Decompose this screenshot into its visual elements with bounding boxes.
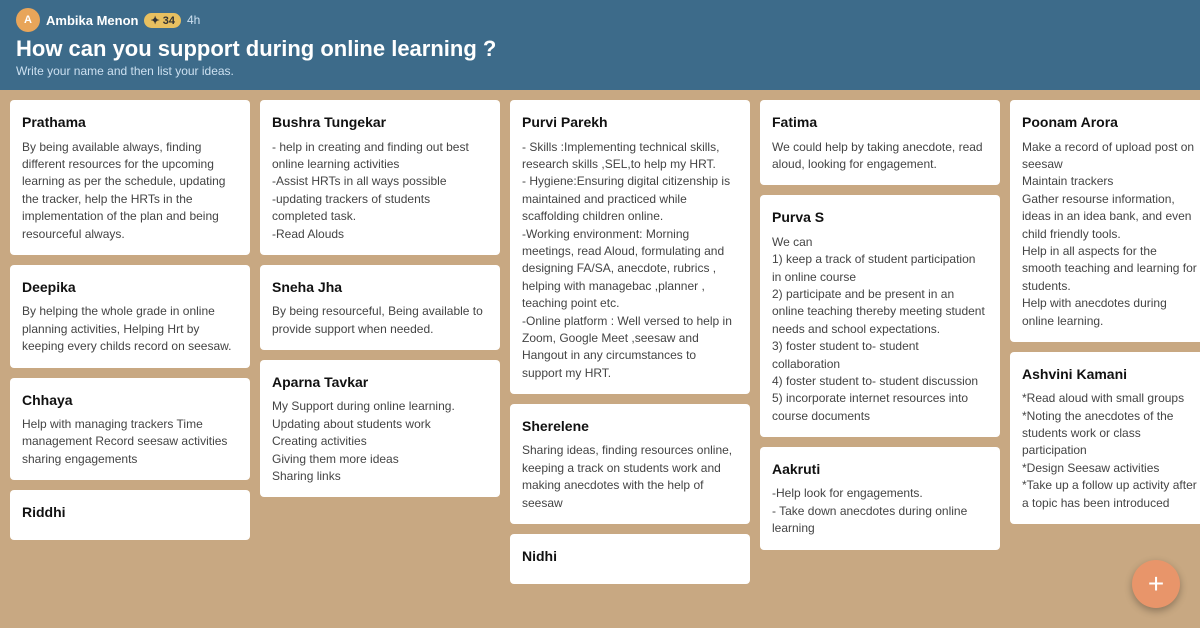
card-name-nidhi: Nidhi: [522, 546, 738, 566]
card-chhaya: Chhaya Help with managing trackers Time …: [10, 378, 250, 480]
card-aakruti: Aakruti -Help look for engagements. - Ta…: [760, 447, 1000, 549]
card-name-bushra: Bushra Tungekar: [272, 112, 488, 132]
card-text-bushra: - help in creating and finding out best …: [272, 139, 488, 243]
card-prathama: Prathama By being available always, find…: [10, 100, 250, 255]
fab-add-button[interactable]: +: [1132, 560, 1180, 608]
card-text-purvi: - Skills :Implementing technical skills,…: [522, 139, 738, 382]
card-text-fatima: We could help by taking anecdote, read a…: [772, 139, 988, 174]
card-name-aakruti: Aakruti: [772, 459, 988, 479]
card-fatima: Fatima We could help by taking anecdote,…: [760, 100, 1000, 185]
card-riddhi: Riddhi: [10, 490, 250, 540]
card-name-riddhi: Riddhi: [22, 502, 238, 522]
card-name-sneha: Sneha Jha: [272, 277, 488, 297]
card-text-sneha: By being resourceful, Being available to…: [272, 303, 488, 338]
card-name-deepika: Deepika: [22, 277, 238, 297]
card-nidhi: Nidhi: [510, 534, 750, 584]
card-name-purvi: Purvi Parekh: [522, 112, 738, 132]
card-text-chhaya: Help with managing trackers Time managem…: [22, 416, 238, 468]
avatar-initials: A: [24, 14, 32, 26]
time-label: 4h: [187, 13, 200, 27]
card-poonam: Poonam Arora Make a record of upload pos…: [1010, 100, 1200, 342]
card-text-purva: We can 1) keep a track of student partic…: [772, 234, 988, 425]
card-text-aakruti: -Help look for engagements. - Take down …: [772, 485, 988, 537]
card-sneha: Sneha Jha By being resourceful, Being av…: [260, 265, 500, 350]
card-ashwini: Ashvini Kamani *Read aloud with small gr…: [1010, 352, 1200, 524]
card-name-ashwini: Ashvini Kamani: [1022, 364, 1198, 384]
card-name-chhaya: Chhaya: [22, 390, 238, 410]
header-bar: A Ambika Menon ✦ 34 4h How can you suppo…: [0, 0, 1200, 90]
card-text-sherelene: Sharing ideas, finding resources online,…: [522, 442, 738, 512]
column-5: Poonam Arora Make a record of upload pos…: [1010, 100, 1200, 584]
card-name-purva: Purva S: [772, 207, 988, 227]
card-name-fatima: Fatima: [772, 112, 988, 132]
card-text-aparna: My Support during online learning. Updat…: [272, 398, 488, 485]
card-text-prathama: By being available always, finding diffe…: [22, 139, 238, 243]
page-subtitle: Write your name and then list your ideas…: [16, 64, 1184, 78]
card-aparna: Aparna Tavkar My Support during online l…: [260, 360, 500, 497]
card-name-poonam: Poonam Arora: [1022, 112, 1198, 132]
column-1: Prathama By being available always, find…: [10, 100, 250, 584]
page-title: How can you support during online learni…: [16, 36, 1184, 62]
card-text-deepika: By helping the whole grade in online pla…: [22, 303, 238, 355]
user-name: Ambika Menon: [46, 13, 138, 28]
badge: ✦ 34: [144, 13, 181, 28]
column-2: Bushra Tungekar - help in creating and f…: [260, 100, 500, 584]
header-meta: A Ambika Menon ✦ 34 4h: [16, 8, 1184, 32]
card-text-ashwini: *Read aloud with small groups *Noting th…: [1022, 390, 1198, 512]
card-sherelene: Sherelene Sharing ideas, finding resourc…: [510, 404, 750, 524]
column-4: Fatima We could help by taking anecdote,…: [760, 100, 1000, 584]
card-purva: Purva S We can 1) keep a track of studen…: [760, 195, 1000, 437]
avatar: A: [16, 8, 40, 32]
board: Prathama By being available always, find…: [0, 90, 1200, 594]
card-bushra: Bushra Tungekar - help in creating and f…: [260, 100, 500, 255]
card-name-sherelene: Sherelene: [522, 416, 738, 436]
card-purvi: Purvi Parekh - Skills :Implementing tech…: [510, 100, 750, 394]
card-text-poonam: Make a record of upload post on seesaw M…: [1022, 139, 1198, 330]
column-3: Purvi Parekh - Skills :Implementing tech…: [510, 100, 750, 584]
card-name-prathama: Prathama: [22, 112, 238, 132]
card-name-aparna: Aparna Tavkar: [272, 372, 488, 392]
card-deepika: Deepika By helping the whole grade in on…: [10, 265, 250, 367]
